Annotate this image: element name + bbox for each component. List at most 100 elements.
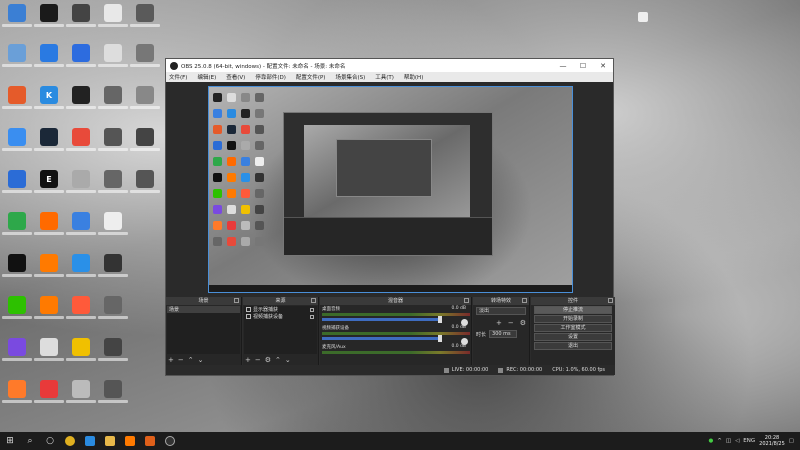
eye-icon[interactable] xyxy=(246,307,251,312)
undock-icon[interactable] xyxy=(522,298,527,303)
title-bar[interactable]: OBS 25.0.8 (64-bit, windows) - 配置文件: 未命名… xyxy=(166,59,613,72)
file-explorer-icon[interactable] xyxy=(100,432,120,450)
move-down-icon[interactable]: ⌄ xyxy=(285,356,291,364)
recycle-bin-icon[interactable] xyxy=(638,12,648,22)
move-down-icon[interactable]: ⌄ xyxy=(198,356,204,364)
remove-source-button[interactable]: − xyxy=(255,356,261,364)
desktop-icon[interactable] xyxy=(66,212,96,248)
menu-docks[interactable]: 停靠部件(D) xyxy=(255,73,286,81)
desktop-icon[interactable] xyxy=(130,86,160,122)
clock[interactable]: 20:28 2021/8/25 xyxy=(759,435,785,447)
add-transition-button[interactable]: + xyxy=(496,319,502,327)
desktop-icon[interactable] xyxy=(34,338,64,374)
undock-icon[interactable] xyxy=(311,298,316,303)
undock-icon[interactable] xyxy=(464,298,469,303)
close-button[interactable]: ✕ xyxy=(593,59,613,72)
add-source-button[interactable]: + xyxy=(245,356,251,364)
desktop-icon[interactable] xyxy=(2,4,32,40)
task-view-icon[interactable]: ○ xyxy=(40,432,60,450)
settings-button[interactable]: 设置 xyxy=(534,333,612,341)
transition-select[interactable]: 淡出 xyxy=(476,307,526,315)
desktop-icon[interactable] xyxy=(2,128,32,164)
obs-taskbar-icon[interactable] xyxy=(160,432,180,450)
desktop-icon[interactable] xyxy=(66,128,96,164)
studio-mode-button[interactable]: 工作室模式 xyxy=(534,324,612,332)
menu-scene-collection[interactable]: 场景集合(S) xyxy=(335,73,365,81)
desktop-icon[interactable] xyxy=(98,338,128,374)
desktop-icon[interactable] xyxy=(66,86,96,122)
desktop-icon[interactable] xyxy=(98,212,128,248)
desktop-icon[interactable] xyxy=(2,212,32,248)
desktop-icon[interactable] xyxy=(2,44,32,80)
desktop-icon[interactable] xyxy=(66,380,96,416)
add-scene-button[interactable]: + xyxy=(168,356,174,364)
volume-slider[interactable] xyxy=(322,335,442,342)
move-up-icon[interactable]: ⌃ xyxy=(275,356,281,364)
remove-transition-button[interactable]: − xyxy=(508,319,514,327)
preview-canvas[interactable] xyxy=(208,86,573,293)
undock-icon[interactable] xyxy=(608,298,613,303)
epic-games-icon[interactable]: E xyxy=(34,170,64,206)
desktop-icon[interactable] xyxy=(34,44,64,80)
menu-tools[interactable]: 工具(T) xyxy=(375,73,394,81)
desktop-icon[interactable] xyxy=(66,254,96,290)
chrome-icon[interactable] xyxy=(60,432,80,450)
chevron-up-icon[interactable]: ^ xyxy=(717,438,722,444)
desktop-icon[interactable] xyxy=(66,4,96,40)
desktop-icon[interactable] xyxy=(130,4,160,40)
minimize-button[interactable]: — xyxy=(553,59,573,72)
desktop-icon[interactable] xyxy=(2,170,32,206)
eye-icon[interactable] xyxy=(246,314,251,319)
app-icon[interactable] xyxy=(120,432,140,450)
menu-view[interactable]: 查看(V) xyxy=(226,73,245,81)
desktop-icon[interactable] xyxy=(130,128,160,164)
scene-item[interactable]: 场景 xyxy=(167,306,240,313)
stop-streaming-button[interactable]: 停止推流 xyxy=(534,306,612,314)
gear-icon[interactable]: ⚙ xyxy=(520,319,526,327)
qq-icon[interactable] xyxy=(2,254,32,290)
desktop-icon[interactable] xyxy=(130,170,160,206)
source-item[interactable]: 显示器捕获 xyxy=(244,306,317,313)
network-icon[interactable]: ◫ xyxy=(726,438,731,444)
move-up-icon[interactable]: ⌃ xyxy=(188,356,194,364)
desktop-icon[interactable] xyxy=(34,296,64,332)
notification-icon[interactable]: ▢ xyxy=(789,438,794,444)
desktop-icon[interactable] xyxy=(98,4,128,40)
menu-help[interactable]: 帮助(H) xyxy=(404,73,423,81)
menu-profile[interactable]: 配置文件(P) xyxy=(296,73,326,81)
wechat-icon[interactable] xyxy=(2,296,32,332)
desktop-icon[interactable] xyxy=(34,4,64,40)
desktop-icon[interactable] xyxy=(98,254,128,290)
desktop-icon[interactable] xyxy=(130,44,160,80)
maximize-button[interactable]: ☐ xyxy=(573,59,593,72)
desktop-icon[interactable] xyxy=(98,128,128,164)
desktop-icon[interactable] xyxy=(34,254,64,290)
desktop-icon[interactable] xyxy=(34,212,64,248)
app-icon[interactable] xyxy=(80,432,100,450)
windows-start-icon[interactable]: ⊞ xyxy=(0,432,20,450)
desktop-icon[interactable] xyxy=(66,170,96,206)
app-icon[interactable] xyxy=(140,432,160,450)
gear-icon[interactable]: ⚙ xyxy=(265,356,271,364)
exit-button[interactable]: 退出 xyxy=(534,342,612,350)
desktop-icon[interactable] xyxy=(98,296,128,332)
desktop-icon[interactable] xyxy=(34,380,64,416)
tray-app-icon[interactable]: ● xyxy=(708,438,713,444)
undock-icon[interactable] xyxy=(234,298,239,303)
desktop-icon[interactable] xyxy=(2,380,32,416)
lock-icon[interactable] xyxy=(310,307,314,312)
desktop-icon[interactable]: K xyxy=(34,86,64,122)
desktop-icon[interactable] xyxy=(2,338,32,374)
desktop-icon[interactable] xyxy=(98,170,128,206)
desktop-icon[interactable] xyxy=(98,44,128,80)
duration-input[interactable]: 300 ms xyxy=(489,330,518,338)
menu-edit[interactable]: 编辑(E) xyxy=(197,73,216,81)
remove-scene-button[interactable]: − xyxy=(178,356,184,364)
desktop-icon[interactable] xyxy=(66,338,96,374)
start-recording-button[interactable]: 开始录制 xyxy=(534,315,612,323)
desktop-icon[interactable] xyxy=(98,86,128,122)
desktop-icon[interactable] xyxy=(66,44,96,80)
desktop-icon[interactable] xyxy=(98,380,128,416)
steam-icon[interactable] xyxy=(34,128,64,164)
volume-slider[interactable] xyxy=(322,316,442,323)
